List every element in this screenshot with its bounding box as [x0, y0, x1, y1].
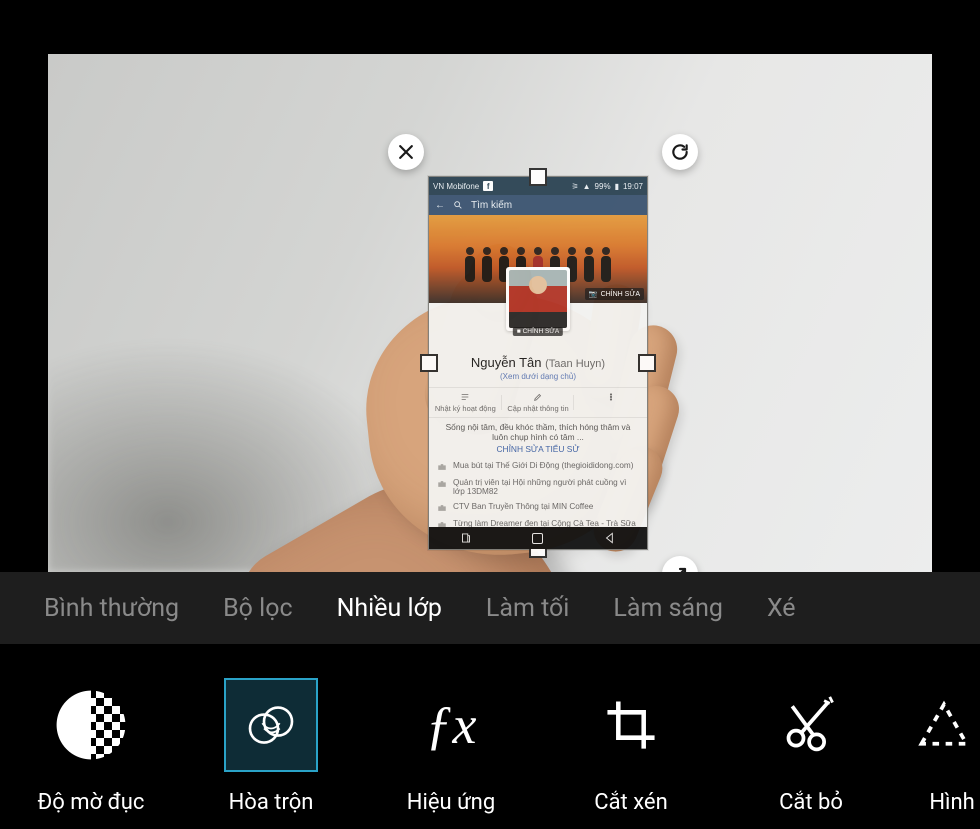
video-icon: ■ [517, 328, 521, 335]
blend-mode-strip[interactable]: Bình thường Bộ lọc Nhiều lớp Làm tối Làm… [0, 572, 980, 644]
battery-icon: ▮ [615, 182, 619, 191]
tool-cut[interactable]: Cắt bỏ [726, 678, 896, 815]
layer-scale-button[interactable] [662, 556, 698, 572]
tool-shape-label: Hình d [929, 790, 980, 815]
mode-normal[interactable]: Bình thường [44, 594, 179, 623]
crop-icon [602, 696, 660, 754]
briefcase-icon [437, 503, 447, 513]
list-icon [460, 392, 470, 402]
clock: 19:07 [623, 182, 643, 191]
mode-lighten[interactable]: Làm sáng [613, 594, 723, 623]
avatar-edit-badge: ■ CHỈNH SỬA [513, 327, 563, 336]
fb-search-bar: ← Tìm kiếm [429, 195, 647, 215]
fx-icon: ƒx [426, 694, 477, 756]
profile-alt-name: (Taan Huyn) [545, 358, 605, 370]
overlay-layer[interactable]: VN Mobifone f ⚞ ▲ 99% ▮ 19:07 ← Tìm kiếm [428, 176, 648, 550]
mode-partial[interactable]: Xé [767, 594, 796, 623]
mode-darken[interactable]: Làm tối [486, 594, 569, 623]
battery-pct: 99% [595, 182, 611, 191]
tool-crop[interactable]: Cắt xén [546, 678, 716, 815]
update-info-label: Cập nhật thông tin [507, 404, 568, 413]
tool-shape[interactable]: Hình d [906, 678, 980, 815]
avatar [506, 267, 570, 331]
recent-apps-icon [459, 531, 473, 545]
android-navbar [429, 527, 647, 549]
more-icon [606, 392, 616, 402]
profile-name: Nguyễn Tân [471, 355, 542, 370]
tool-crop-label: Cắt xén [594, 790, 667, 815]
resize-handle-left[interactable] [420, 354, 438, 372]
carrier-label: VN Mobifone [433, 182, 479, 191]
back-arrow-icon: ← [435, 200, 445, 211]
pencil-icon [533, 392, 543, 402]
resize-handle-top[interactable] [529, 168, 547, 186]
tool-opacity-label: Độ mờ đục [38, 790, 145, 815]
home-icon [532, 533, 543, 544]
tool-opacity[interactable]: Độ mờ đục [6, 678, 176, 815]
layer-delete-button[interactable] [388, 134, 424, 170]
layer-rotate-button[interactable] [662, 134, 698, 170]
tool-blend[interactable]: Hòa trộn [186, 678, 356, 815]
bio-text: Sống nội tâm, đều khóc thầm, thích hóng … [429, 418, 647, 444]
opacity-icon [56, 690, 126, 760]
bio-edit-link: CHỈNH SỬA TIỂU SỬ [429, 444, 647, 454]
tool-fx[interactable]: ƒx Hiệu ứng [366, 678, 536, 815]
avatar-area: ■ CHỈNH SỬA [429, 303, 647, 351]
tool-cut-label: Cắt bỏ [779, 790, 843, 815]
tool-strip[interactable]: Độ mờ đục Hòa trộn ƒx Hiệu ứng [0, 644, 980, 829]
scissors-icon [781, 695, 841, 755]
profile-subtitle: (Xem dưới dạng chủ) [429, 372, 647, 381]
facebook-icon: f [483, 181, 493, 191]
camera-icon: 📷 [589, 290, 598, 298]
activity-log-label: Nhật ký hoạt động [435, 404, 496, 413]
resize-handle-right[interactable] [638, 354, 656, 372]
signal-icon: ▲ [583, 182, 591, 191]
blend-icon [243, 697, 299, 753]
profile-name-row: Nguyễn Tân (Taan Huyn) [429, 355, 647, 370]
back-icon [603, 531, 617, 545]
mode-multiply[interactable]: Nhiều lớp [337, 594, 442, 623]
shape-icon [914, 695, 974, 755]
tool-blend-label: Hòa trộn [229, 790, 314, 815]
editor-canvas[interactable]: VN Mobifone f ⚞ ▲ 99% ▮ 19:07 ← Tìm kiếm [48, 54, 932, 572]
cover-edit-badge: 📷 CHỈNH SỬA [585, 288, 644, 300]
tool-fx-label: Hiệu ứng [407, 790, 495, 815]
mode-filter[interactable]: Bộ lọc [223, 594, 292, 623]
search-icon [453, 200, 463, 210]
search-placeholder: Tìm kiếm [471, 200, 512, 211]
profile-action-row: Nhật ký hoạt động Cập nhật thông tin [429, 387, 647, 418]
briefcase-icon [437, 479, 447, 489]
briefcase-icon [437, 462, 447, 472]
wifi-icon: ⚞ [571, 182, 578, 191]
